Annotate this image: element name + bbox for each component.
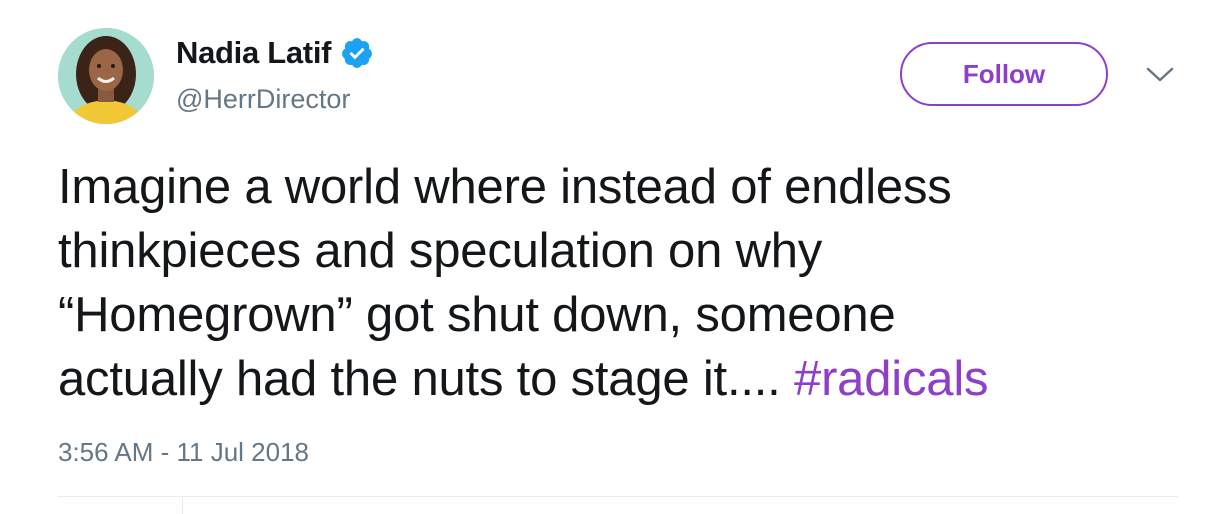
- follow-button[interactable]: Follow: [900, 42, 1108, 106]
- tweet-text-line: thinkpieces and speculation on why: [58, 224, 823, 278]
- tweet-timestamp[interactable]: 3:56 AM - 11 Jul 2018: [58, 437, 309, 468]
- author-display-name[interactable]: Nadia Latif: [176, 35, 331, 71]
- divider-tick: [182, 497, 183, 514]
- verified-badge-icon: [340, 36, 374, 70]
- chevron-down-icon[interactable]: [1145, 64, 1175, 86]
- avatar-image: [58, 28, 154, 124]
- author-name-row: Nadia Latif: [176, 33, 374, 73]
- tweet-text-line: Imagine a world where instead of endless: [58, 160, 952, 214]
- divider: [58, 496, 1178, 497]
- tweet-text-fragment: actually had the nuts to stage it....: [58, 352, 795, 406]
- hashtag-link[interactable]: #radicals: [794, 352, 988, 406]
- tweet-text: Imagine a world where instead of endless…: [58, 155, 1188, 411]
- tweet-card: Nadia Latif @HerrDirector Follow Imagine…: [0, 0, 1232, 514]
- author-handle[interactable]: @HerrDirector: [176, 84, 350, 115]
- tweet-text-line: “Homegrown” got shut down, someone: [58, 288, 896, 342]
- avatar[interactable]: [58, 28, 154, 124]
- tweet-text-line: actually had the nuts to stage it.... #r…: [58, 347, 1188, 411]
